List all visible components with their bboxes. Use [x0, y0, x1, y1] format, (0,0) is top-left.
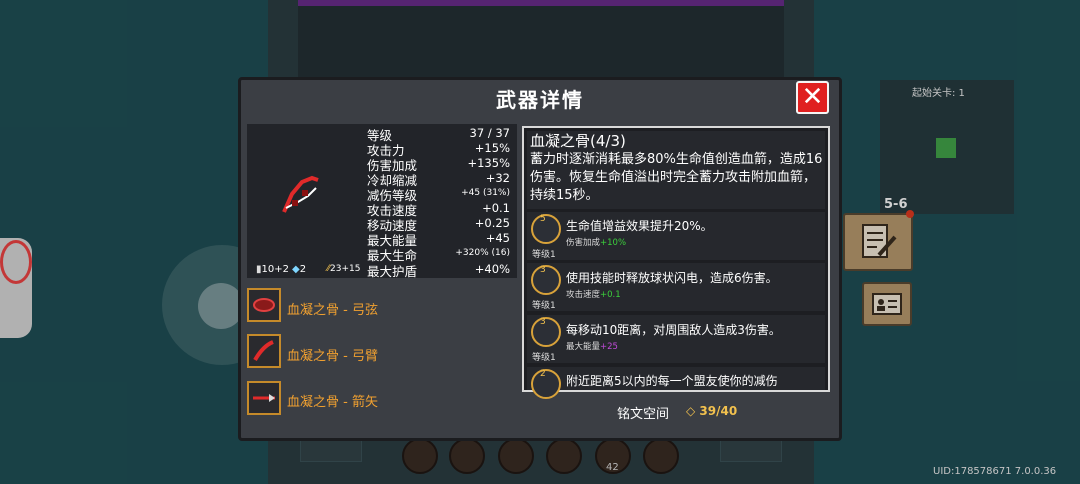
rune-icon: 3 [531, 317, 561, 347]
stat-value: +0.1 [482, 201, 510, 215]
diamond-icon: ◇ [686, 404, 696, 418]
stat-label: 最大护盾 [367, 264, 418, 279]
rune-text: 生命值增益效果提升20%。 [566, 219, 713, 233]
part-label: 血凝之骨 - 弓臂 [287, 349, 378, 364]
stat-value: +0.25 [474, 216, 510, 230]
part-arrow-slot[interactable] [247, 381, 281, 415]
crit-stat: ◆2 [292, 264, 307, 275]
set-title: 血凝之骨(4/3) [530, 132, 626, 150]
damage-stat: ▮10+2 [256, 264, 289, 275]
stat-value: +15% [474, 141, 510, 155]
blood-bow-icon [282, 175, 319, 213]
rune-level: 等级1 [532, 250, 556, 260]
bowstring-icon [253, 298, 275, 312]
inscription-value: ◇ 39/40 [686, 404, 738, 418]
stat-value: +45 (31%) [461, 188, 510, 198]
energy-stat: ⁄⁄23+15 [327, 264, 361, 274]
rune-text: 附近距离5以内的每一个盟友使你的减伤 [566, 374, 778, 388]
panel-title: 武器详情 [496, 88, 584, 112]
rune-stat: 伤害加成+10% [566, 238, 627, 248]
stat-value: +32 [485, 171, 510, 185]
part-label: 血凝之骨 - 弓弦 [287, 303, 378, 318]
part-bowstring-slot[interactable] [247, 288, 281, 322]
stat-value: +45 [485, 231, 510, 245]
rune-level: 等级1 [532, 353, 556, 363]
rune-stat: 攻击速度+0.1 [566, 290, 621, 300]
rune-icon: 2 [531, 369, 561, 399]
crit-icon: ◆ [292, 264, 300, 275]
part-bow-limb-slot[interactable] [247, 334, 281, 368]
arrow-icon [253, 394, 275, 402]
stat-value: +40% [474, 262, 510, 276]
stat-value: +320% (16) [455, 248, 510, 258]
inscription-label: 铭文空间 [617, 407, 670, 422]
stat-value: +135% [467, 156, 510, 170]
close-icon: ✕ [801, 82, 824, 112]
close-button[interactable]: ✕ [796, 81, 829, 114]
rune-icon: 3 [531, 265, 561, 295]
rune-text: 每移动10距离，对周围敌人造成3伤害。 [566, 323, 781, 337]
rune-icon: 5 [531, 214, 561, 244]
set-description: 蓄力时逐渐消耗最多80%生命值创造血箭，造成16伤害。恢复生命值溢出时完全蓄力攻… [530, 152, 823, 203]
part-label: 血凝之骨 - 箭矢 [287, 395, 378, 410]
rune-text: 使用技能时释放球状闪电，造成6伤害。 [566, 271, 778, 285]
rune-level: 等级1 [532, 301, 556, 311]
rune-stat: 最大能量+25 [566, 342, 618, 352]
stat-value: 37 / 37 [469, 126, 510, 140]
bow-limb-icon [253, 340, 274, 362]
